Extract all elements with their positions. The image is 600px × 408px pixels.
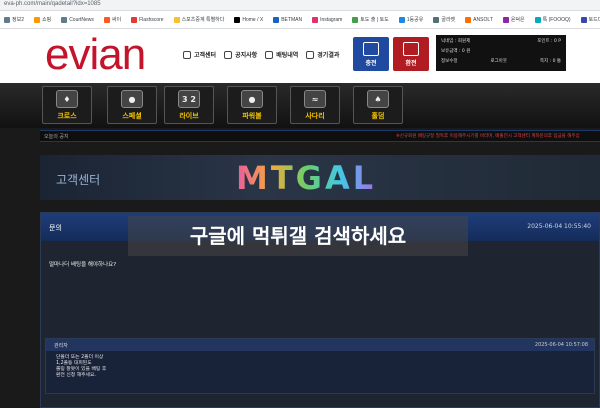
deposit-button[interactable]: 충전 — [353, 37, 389, 71]
logout-link[interactable]: 로그아웃 — [490, 58, 507, 64]
powerball-icon: ● — [241, 90, 263, 108]
bookmark-item[interactable]: CourtNews — [61, 16, 94, 23]
nav-customer-center[interactable]: 고객센터 — [183, 50, 216, 59]
site-logo[interactable]: evian — [45, 33, 146, 77]
menu-label: 크로스 — [57, 112, 77, 120]
post-question: 얼마나더 배팅을 해야하나요? — [49, 262, 117, 268]
menu-item-2[interactable]: 3 2 라이브 — [164, 86, 214, 124]
bookmark-icon — [33, 16, 40, 23]
scoreboard-icon: 3 2 — [178, 90, 200, 108]
deposit-icon — [363, 41, 379, 56]
game-menu: ♦ 크로스 ● 스페셜 3 2 라이브 ● 파워볼 ≈ 사다리 ♠ 홀덤 — [0, 83, 600, 128]
menu-label: 홀덤 — [371, 112, 385, 120]
menu-item-5[interactable]: ♠ 홀덤 — [353, 86, 403, 124]
bookmark-item[interactable]: 스포츠중계 특별하다 — [173, 16, 224, 23]
post-date: 2025-06-04 10:55:40 — [527, 223, 591, 230]
list-icon — [265, 50, 274, 59]
bookmark-item[interactable]: Instagram — [312, 16, 342, 23]
points: 포인트 : 0 P — [537, 39, 561, 44]
cards-icon: ♠ — [367, 90, 389, 108]
watermark-logo: MTGAL — [236, 159, 377, 197]
bookmark-icon — [234, 16, 241, 23]
menu-item-4[interactable]: ≈ 사다리 — [290, 86, 340, 124]
menu-label: 파워볼 — [242, 112, 262, 120]
bookmark-icon — [580, 16, 587, 23]
nickname: 닉네임 : 회원제 — [441, 39, 471, 44]
bookmark-icon — [312, 16, 319, 23]
bookmark-item[interactable]: 토도 출 | 토도 — [352, 16, 389, 23]
reply-body: 단폴더 또는 2폴더 이상 1,2폴동 대피된도 롤링 잘못이 있을 배팅 후 … — [56, 355, 107, 378]
bookmark-item[interactable]: 쇼핑 — [33, 16, 51, 23]
menu-label: 라이브 — [179, 112, 199, 120]
post-category: 문의 — [49, 224, 62, 232]
bookmark-icon — [4, 16, 10, 23]
bookmark-icon — [465, 16, 472, 23]
bookmark-item[interactable]: BETMAN — [273, 16, 302, 23]
bookmark-icon — [131, 16, 138, 23]
trophy-icon — [306, 50, 315, 59]
bookmark-icon — [103, 16, 110, 23]
notice-icon — [224, 50, 233, 59]
headset-icon — [183, 50, 191, 59]
bookmark-icon — [352, 16, 359, 23]
bookmark-item[interactable]: 톡 (FOOOQ) — [534, 16, 571, 23]
reply-author: 관리자 — [54, 343, 68, 349]
reply-date: 2025-06-04 10:57:08 — [534, 342, 588, 348]
nav-notice[interactable]: 공지사항 — [224, 50, 257, 59]
edit-info-link[interactable]: 정보수정 — [441, 58, 458, 64]
bookmark-item[interactable]: 골라켓 — [433, 16, 455, 23]
top-nav: 고객센터 공지사항 배팅내역 경기결과 — [183, 50, 339, 59]
address-bar[interactable]: eva-ph.com/main/qadetail?idx=1085 — [0, 0, 600, 11]
withdraw-icon — [403, 41, 419, 56]
bookmark-icon — [61, 16, 68, 23]
notice-bar: 오늘의 공지 ※신규회원 배팅규정 필독후 이용해주시기를 바라며, 배출전시 … — [40, 130, 600, 142]
menu-item-0[interactable]: ♦ 크로스 — [42, 86, 92, 124]
nav-bet-history[interactable]: 배팅내역 — [265, 50, 298, 59]
notice-label: 오늘의 공지 — [44, 134, 69, 140]
withdraw-button[interactable]: 환전 — [393, 37, 429, 71]
bookmark-item[interactable]: Home / X — [234, 16, 263, 23]
admin-reply: 관리자 2025-06-04 10:57:08 단폴더 또는 2폴더 이상 1,… — [45, 338, 595, 394]
url-text: eva-ph.com/main/qadetail?idx=1085 — [4, 1, 101, 7]
balance: 보유금액 : 0 원 — [441, 49, 471, 54]
ball-icon: ● — [121, 90, 143, 108]
bookmark-icon — [433, 16, 440, 23]
page-banner: 고객센터 MTGAL — [40, 155, 600, 200]
menu-item-1[interactable]: ● 스페셜 — [107, 86, 157, 124]
bookmark-icon — [273, 16, 280, 23]
notice-ticker: ※신규회원 배팅규정 필독후 이용해주시기를 바라며, 배출전시 고객센터 계좌… — [396, 134, 580, 139]
menu-item-3[interactable]: ● 파워볼 — [227, 86, 277, 124]
bookmarks-bar: 정보2 쇼핑 CourtNews 싸이 Flashscore 스포츠중계 특별하다 Home… — [0, 11, 600, 29]
bookmark-item[interactable]: 1등공유 — [398, 16, 423, 23]
bookmark-item[interactable]: 윤덕은 — [502, 16, 525, 23]
bookmark-icon — [173, 16, 180, 23]
ladder-icon: ≈ — [304, 90, 326, 108]
menu-label: 사다리 — [305, 112, 325, 120]
bookmark-item[interactable]: Flashscore — [131, 16, 164, 23]
bookmark-item[interactable]: 싸이 — [103, 16, 121, 23]
bookmark-item[interactable]: ANSOLT — [465, 16, 493, 23]
nav-results[interactable]: 경기결과 — [306, 50, 339, 59]
reply-header: 관리자 2025-06-04 10:57:08 — [46, 339, 594, 351]
page-title: 고객센터 — [56, 173, 101, 187]
overlay-caption: 구글에 먹튀갤 검색하세요 — [128, 216, 468, 256]
user-info-box: 닉네임 : 회원제 포인트 : 0 P 보유금액 : 0 원 정보수정 로그아웃… — [436, 35, 566, 71]
menu-label: 스페셜 — [122, 112, 142, 120]
bookmark-icon — [534, 16, 541, 23]
bookmark-item[interactable]: 정보2 — [4, 16, 24, 23]
bookmark-item[interactable]: 토드디드 — [580, 16, 600, 23]
medal-icon: ♦ — [56, 90, 78, 108]
messages-link[interactable]: 쪽지 : 0 통 — [540, 58, 561, 64]
bookmark-icon — [502, 16, 509, 23]
bookmark-icon — [398, 16, 405, 23]
